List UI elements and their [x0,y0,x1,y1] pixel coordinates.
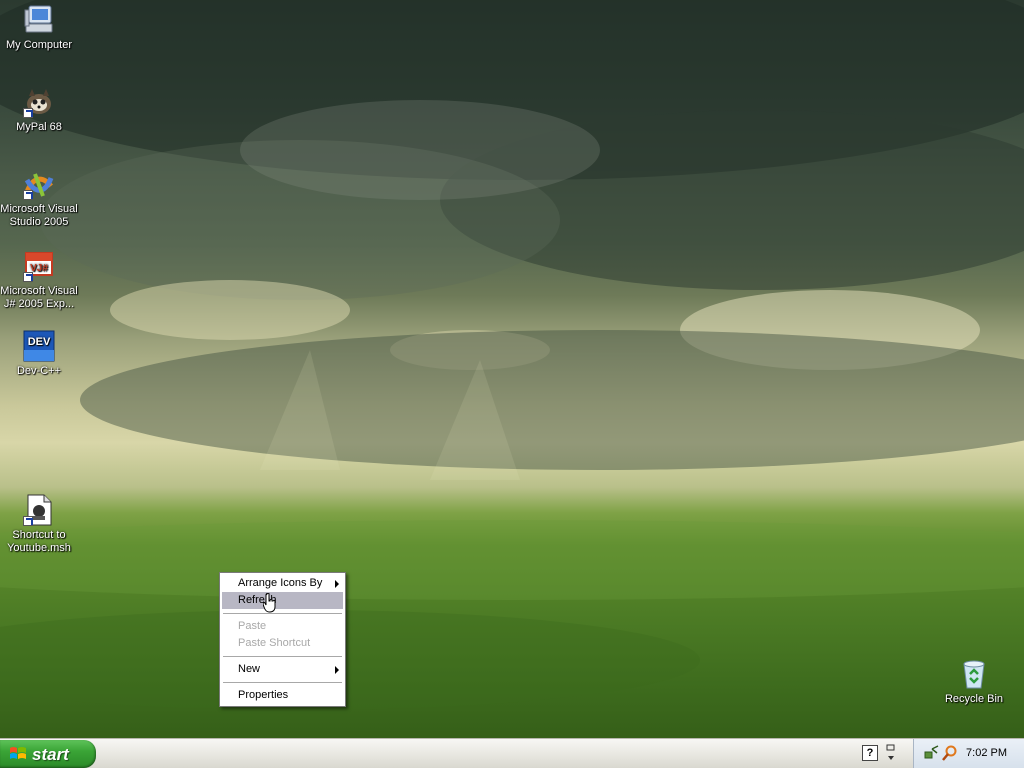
desktop-icon-mypal[interactable]: MyPal 68 [0,86,79,134]
start-label: start [32,745,69,764]
visual-studio-icon [23,168,55,200]
menu-separator [223,656,342,657]
network-icon[interactable] [924,745,940,761]
shortcut-arrow-icon [23,516,33,526]
desktop-icon-devcpp[interactable]: DEV Dev-C++ [0,330,79,378]
my-computer-icon [23,4,55,36]
menu-item-label: Paste [238,620,267,632]
desktop[interactable]: My Computer MyPal 68 Microsoft Visual St… [0,0,1024,738]
windows-flag-icon [10,747,26,759]
icon-label: My Computer [5,39,73,51]
desktop-icon-visual-studio[interactable]: Microsoft Visual Studio 2005 [0,168,79,229]
desktop-icon-my-computer[interactable]: My Computer [0,4,79,52]
icon-label: Recycle Bin [944,693,1004,705]
language-bar-help-icon[interactable]: ? [862,745,878,761]
shortcut-arrow-icon [23,190,33,200]
msh-file-icon [23,494,55,526]
menu-item-paste-shortcut: Paste Shortcut [222,635,343,652]
shortcut-arrow-icon [23,108,33,118]
hand-cursor-icon [263,593,276,613]
search-magnifier-icon[interactable] [942,745,958,761]
start-button[interactable]: start [0,740,96,768]
menu-item-label: Paste Shortcut [238,637,311,649]
desktop-context-menu: Arrange Icons By Refresh Paste Paste Sho… [219,572,346,707]
submenu-arrow-icon [335,580,339,588]
menu-item-refresh[interactable]: Refresh [222,592,343,609]
desktop-icon-visual-jsharp[interactable]: VJ# Microsoft Visual J# 2005 Exp... [0,250,79,311]
taskbar-clock[interactable]: 7:02 PM [966,747,1007,759]
restore-langbar-icon[interactable] [885,743,897,763]
icon-label: Microsoft Visual Studio 2005 [0,203,78,228]
icon-label: Microsoft Visual J# 2005 Exp... [0,285,78,310]
system-tray: 7:02 PM [913,739,1024,768]
devcpp-icon: DEV [23,330,55,362]
menu-item-label: Properties [238,689,289,701]
desktop-icon-recycle-bin[interactable]: Recycle Bin [934,658,1014,706]
menu-separator [223,613,342,614]
visual-jsharp-icon: VJ# [23,250,55,282]
icon-label: Shortcut to Youtube.msh [7,529,71,554]
taskbar: start ? 7:02 PM [0,738,1024,768]
dev-badge-text: DEV [28,336,51,348]
menu-item-arrange-icons-by[interactable]: Arrange Icons By [222,575,343,592]
submenu-arrow-icon [335,666,339,674]
desktop-icon-youtube-msh[interactable]: Shortcut to Youtube.msh [0,494,79,555]
mypal-icon [23,86,55,118]
menu-item-properties[interactable]: Properties [222,687,343,704]
shortcut-arrow-icon [23,272,33,282]
icon-label: Dev-C++ [16,365,62,377]
menu-item-label: Arrange Icons By [238,577,323,589]
menu-item-new[interactable]: New [222,661,343,678]
menu-item-label: New [238,663,261,675]
recycle-bin-icon [958,658,990,690]
menu-separator [223,682,342,683]
menu-item-paste: Paste [222,618,343,635]
wallpaper [0,0,1024,710]
icon-label: MyPal 68 [16,121,62,133]
